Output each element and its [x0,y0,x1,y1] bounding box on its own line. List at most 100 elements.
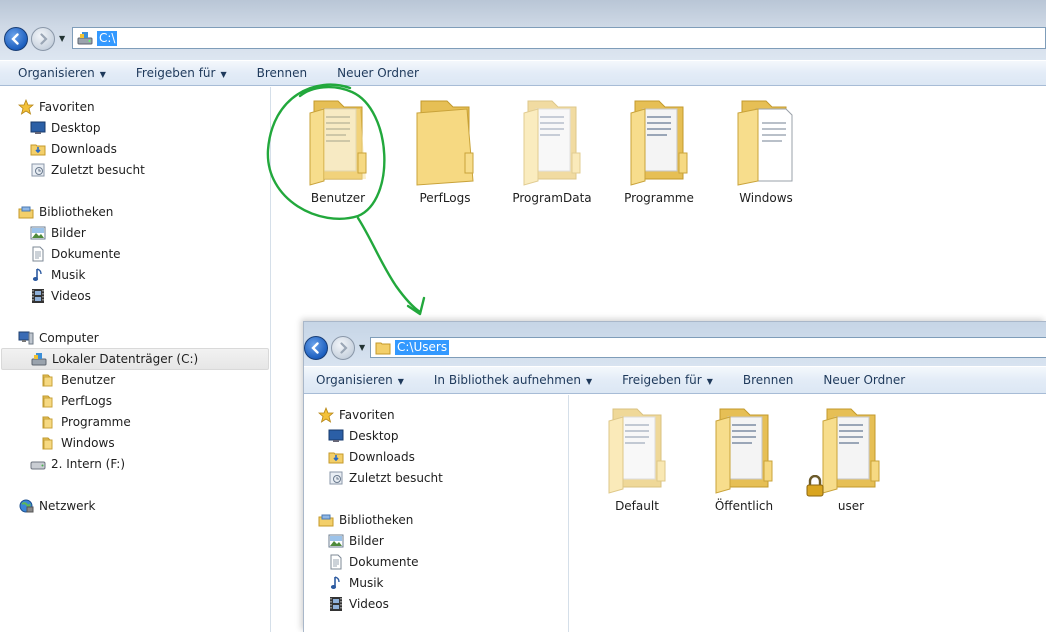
folder-item-perflogs[interactable]: PerfLogs [395,95,495,205]
navigation-pane: Favoriten Desktop Downloads Zuletzt besu… [304,395,569,632]
nav-item-downloads[interactable]: Downloads [328,449,415,465]
arrow-right-icon [40,33,48,45]
history-dropdown-icon[interactable]: ▼ [359,343,365,352]
folder-icon [608,408,666,494]
address-path: C:\Users [395,340,450,355]
organize-menu[interactable]: Organisieren ▼ [18,66,106,80]
nav-favorites[interactable]: Favoriten [318,407,395,423]
folder-icon [40,414,56,430]
film-strip-icon [328,596,344,612]
nav-item-desktop[interactable]: Desktop [328,428,399,444]
libraries-icon [318,512,334,528]
nav-network[interactable]: Netzwerk [18,498,95,514]
folder-item-programme[interactable]: Programme [609,95,709,205]
include-in-library-menu[interactable]: In Bibliothek aufnehmen ▼ [434,373,592,387]
nav-computer[interactable]: Computer [18,330,99,346]
hard-drive-icon [30,456,46,472]
back-button[interactable] [304,336,328,360]
new-folder-button[interactable]: Neuer Ordner [337,66,419,80]
pictures-icon [328,533,344,549]
drive-icon [77,31,93,45]
lock-icon [806,475,824,497]
documents-icon [328,554,344,570]
nav-item-videos[interactable]: Videos [30,288,91,304]
folder-item-user[interactable]: user [801,403,901,513]
folder-icon [630,100,688,186]
recent-places-icon [328,470,344,486]
nav-item-drive-c[interactable]: Lokaler Datenträger (C:) [1,348,269,370]
downloads-folder-icon [30,141,46,157]
folder-item-windows[interactable]: Windows [716,95,816,205]
burn-button[interactable]: Brennen [257,66,307,80]
downloads-folder-icon [328,449,344,465]
chevron-down-icon: ▼ [706,377,713,386]
nav-item-documents[interactable]: Dokumente [30,246,121,262]
new-folder-button[interactable]: Neuer Ordner [823,373,905,387]
nav-favorites[interactable]: Favoriten [18,99,95,115]
nav-item-music[interactable]: Musik [328,575,384,591]
folder-icon [737,100,793,186]
burn-button[interactable]: Brennen [743,373,793,387]
organize-menu[interactable]: Organisieren ▼ [316,373,404,387]
star-icon [318,407,334,423]
share-with-menu[interactable]: Freigeben für ▼ [622,373,713,387]
folder-item-benutzer[interactable]: Benutzer [288,95,388,205]
nav-item-videos[interactable]: Videos [328,596,389,612]
chevron-down-icon: ▼ [220,70,227,79]
arrow-left-icon [11,33,19,45]
nav-item-folder-windows[interactable]: Windows [40,435,115,451]
nav-item-folder-programme[interactable]: Programme [40,414,131,430]
nav-libraries[interactable]: Bibliotheken [18,204,113,220]
folder-item-oeffentlich[interactable]: Öffentlich [694,403,794,513]
address-bar[interactable]: C:\ [72,27,1046,49]
command-bar: Organisieren ▼ In Bibliothek aufnehmen ▼ F… [304,366,1046,394]
computer-icon [18,330,34,346]
nav-item-drive-f[interactable]: 2. Intern (F:) [30,456,125,472]
music-note-icon [30,267,46,283]
nav-item-folder-benutzer[interactable]: Benutzer [40,372,115,388]
address-path: C:\ [97,30,118,46]
chevron-down-icon: ▼ [99,70,106,79]
documents-icon [30,246,46,262]
nav-item-recent-places[interactable]: Zuletzt besucht [328,470,443,486]
nav-item-folder-perflogs[interactable]: PerfLogs [40,393,112,409]
nav-item-recent-places[interactable]: Zuletzt besucht [30,162,145,178]
folder-icon [309,100,367,186]
nav-item-pictures[interactable]: Bilder [328,533,384,549]
folder-item-default[interactable]: Default [587,403,687,513]
folder-icon [40,372,56,388]
nav-item-desktop[interactable]: Desktop [30,120,101,136]
folder-icon [715,408,773,494]
libraries-icon [18,204,34,220]
desktop-icon [30,120,46,136]
folder-icon [375,341,391,355]
history-dropdown-icon[interactable]: ▼ [59,34,65,43]
chevron-down-icon: ▼ [397,377,404,386]
share-with-menu[interactable]: Freigeben für ▼ [136,66,227,80]
address-bar[interactable]: C:\Users [370,337,1046,358]
command-bar: Organisieren ▼ Freigeben für ▼ Brennen Neu… [0,60,1046,86]
star-icon [18,99,34,115]
chevron-down-icon: ▼ [585,377,593,386]
nav-item-documents[interactable]: Dokumente [328,554,419,570]
back-button[interactable] [4,27,28,51]
nav-item-pictures[interactable]: Bilder [30,225,86,241]
folder-icon [523,100,581,186]
window-titlebar: ▼ C:\Users [304,322,1046,366]
pictures-icon [30,225,46,241]
forward-button[interactable] [31,27,55,51]
window-titlebar: ▼ C:\ [0,0,1046,60]
arrow-right-icon [340,342,348,354]
nav-item-music[interactable]: Musik [30,267,86,283]
nav-item-downloads[interactable]: Downloads [30,141,117,157]
nav-libraries[interactable]: Bibliotheken [318,512,413,528]
forward-button[interactable] [331,336,355,360]
music-note-icon [328,575,344,591]
explorer-window-users: ▼ C:\Users Organisieren ▼ In Bibliothek a… [303,321,1046,632]
recent-places-icon [30,162,46,178]
file-list-area: Default Öffentlich user [570,395,1046,632]
folder-item-programdata[interactable]: ProgramData [502,95,602,205]
arrow-left-icon [311,342,319,354]
desktop-icon [328,428,344,444]
folder-icon [40,435,56,451]
